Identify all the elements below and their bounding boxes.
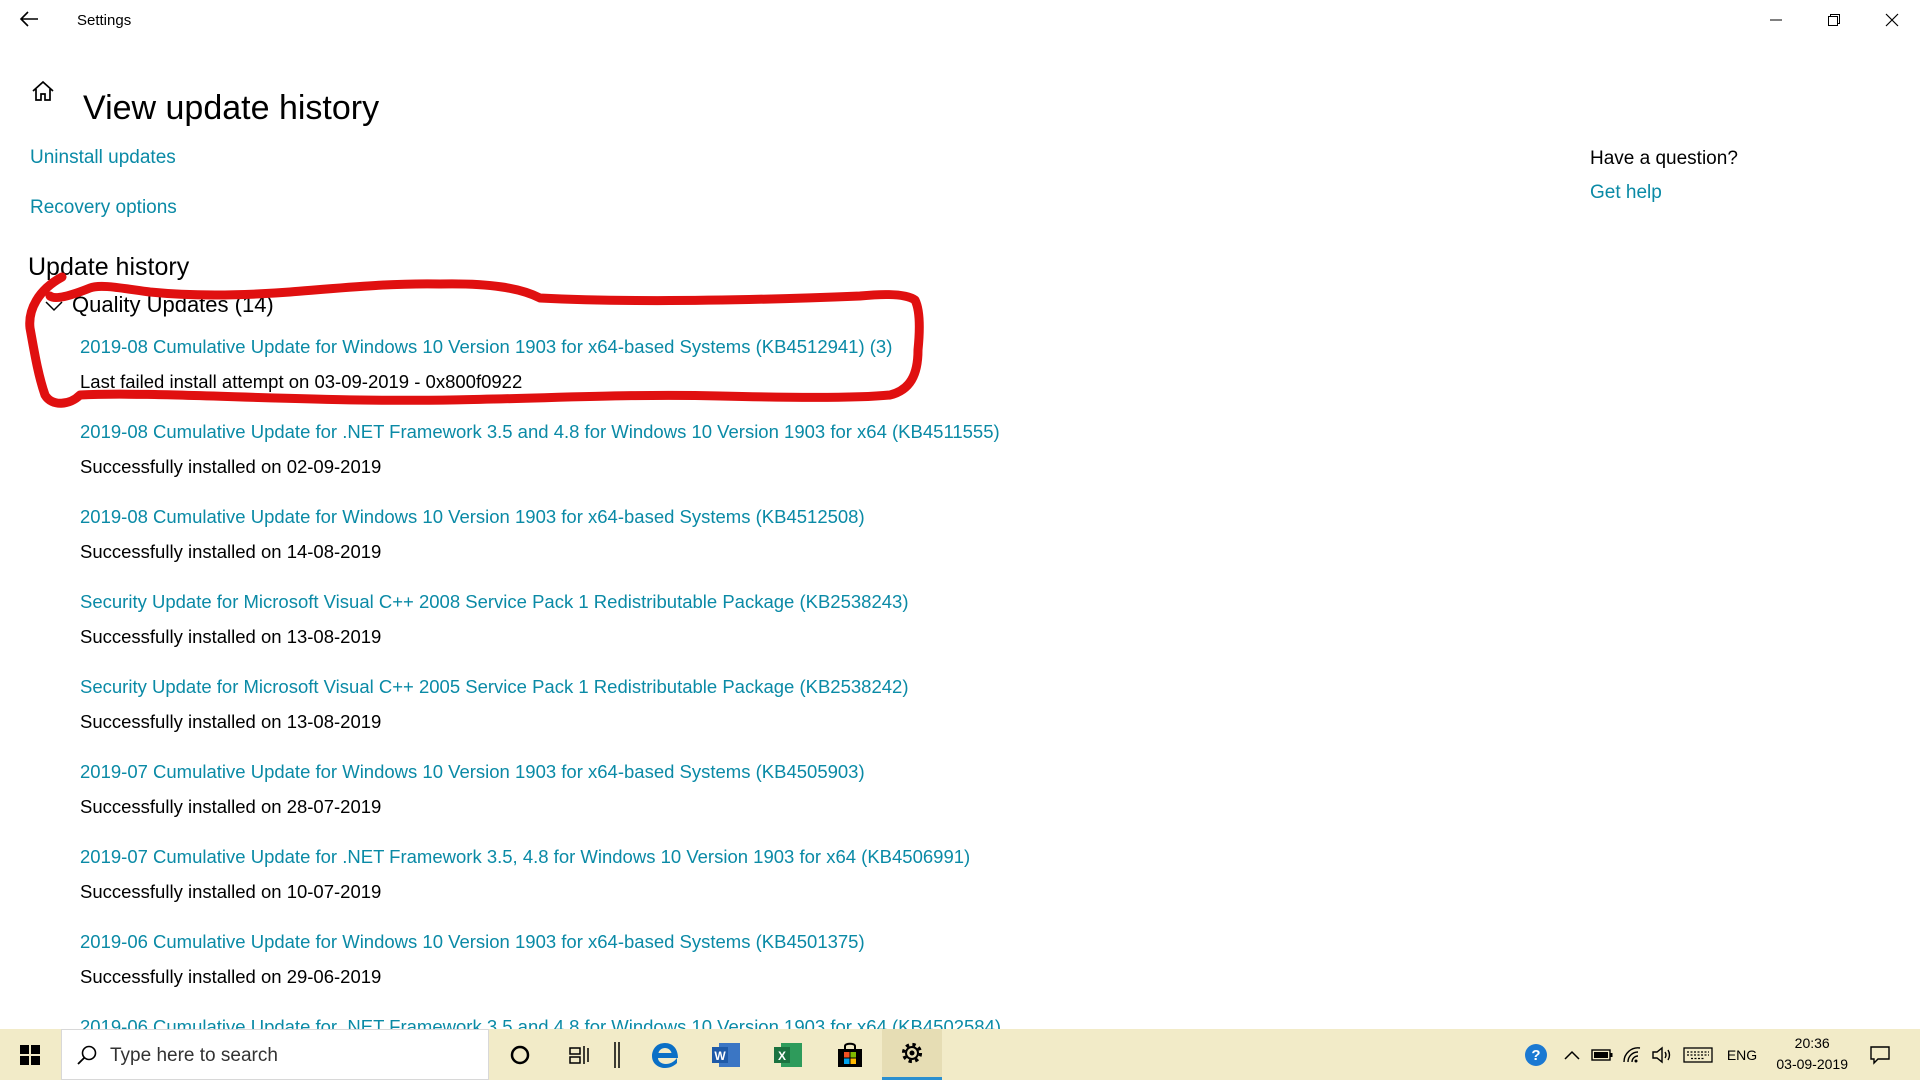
update-entry-status: Successfully installed on 29-06-2019 <box>80 966 382 987</box>
divider-icon <box>614 1041 620 1068</box>
settings-taskbar-button[interactable] <box>882 1029 942 1080</box>
excel-button[interactable]: X <box>762 1029 814 1080</box>
start-button[interactable] <box>0 1029 60 1080</box>
task-view-icon <box>569 1045 589 1064</box>
edge-browser-icon <box>652 1042 678 1068</box>
close-button[interactable] <box>1864 0 1920 40</box>
notification-icon <box>1870 1045 1890 1065</box>
update-entry-status: Successfully installed on 13-08-2019 <box>80 626 382 647</box>
cortana-circle-icon <box>510 1045 530 1064</box>
update-entry-status: Successfully installed on 10-07-2019 <box>80 881 382 902</box>
update-entry-title[interactable]: 2019-08 Cumulative Update for Windows 10… <box>80 506 865 528</box>
minimize-button[interactable] <box>1748 0 1804 40</box>
keyboard-icon <box>1683 1046 1713 1063</box>
word-app-icon: W <box>712 1042 740 1067</box>
action-center-button[interactable] <box>1860 1029 1900 1080</box>
speaker-icon <box>1652 1046 1671 1063</box>
settings-window: Settings View update history Uninstall u… <box>0 0 1920 1029</box>
quality-updates-label: Quality Updates (14) <box>72 292 274 317</box>
update-entry-status: Successfully installed on 02-09-2019 <box>80 456 382 477</box>
search-placeholder: Type here to search <box>110 1045 278 1066</box>
clock-date: 03-09-2019 <box>1776 1056 1848 1072</box>
battery-icon <box>1591 1048 1613 1061</box>
chevron-down-icon <box>45 301 63 312</box>
input-language-button[interactable]: ENG <box>1720 1029 1764 1080</box>
get-help-link[interactable]: Get help <box>1590 182 1662 204</box>
update-entry-title[interactable]: 2019-08 Cumulative Update for Windows 10… <box>80 336 892 358</box>
taskbar-search-box[interactable]: Type here to search <box>61 1029 489 1080</box>
taskbar: Type here to search W X ? ENG 20:36 03-0… <box>0 1029 1920 1080</box>
clock[interactable]: 20:36 03-09-2019 <box>1776 1033 1848 1075</box>
svg-text:X: X <box>778 1049 786 1063</box>
update-entry-title[interactable]: 2019-06 Cumulative Update for Windows 10… <box>80 931 865 953</box>
svg-text:?: ? <box>1531 1047 1540 1064</box>
edge-button[interactable] <box>640 1029 690 1080</box>
update-history-heading: Update history <box>28 253 190 281</box>
page-title: View update history <box>83 88 380 127</box>
title-bar: Settings <box>0 0 1920 40</box>
word-button[interactable]: W <box>700 1029 752 1080</box>
search-icon <box>77 1045 97 1065</box>
back-arrow-icon[interactable] <box>18 8 40 30</box>
gear-icon <box>901 1042 923 1064</box>
update-entry-title[interactable]: Security Update for Microsoft Visual C++… <box>80 676 909 698</box>
wifi-button[interactable] <box>1618 1029 1646 1080</box>
recovery-options-link[interactable]: Recovery options <box>30 197 177 219</box>
show-hidden-icons-button[interactable] <box>1558 1029 1586 1080</box>
task-view-button[interactable] <box>555 1029 605 1080</box>
home-icon[interactable] <box>30 78 56 104</box>
taskbar-divider <box>605 1029 629 1080</box>
language-indicator: ENG <box>1726 1046 1758 1063</box>
quality-updates-group-toggle[interactable]: Quality Updates (14) <box>44 292 274 318</box>
update-entry-title[interactable]: Security Update for Microsoft Visual C++… <box>80 591 909 613</box>
clock-time: 20:36 <box>1794 1035 1830 1051</box>
excel-app-icon: X <box>774 1042 802 1067</box>
svg-text:W: W <box>714 1049 726 1063</box>
volume-button[interactable] <box>1648 1029 1676 1080</box>
help-question-icon: ? <box>1525 1043 1547 1066</box>
battery-button[interactable] <box>1588 1029 1616 1080</box>
update-entry-status: Successfully installed on 28-07-2019 <box>80 796 382 817</box>
update-entry-title[interactable]: 2019-07 Cumulative Update for .NET Frame… <box>80 846 970 868</box>
store-bag-icon <box>838 1042 862 1067</box>
chevron-up-icon <box>1564 1050 1580 1060</box>
windows-logo-icon <box>20 1044 40 1065</box>
update-entry-title[interactable]: 2019-08 Cumulative Update for .NET Frame… <box>80 421 1000 443</box>
restore-button[interactable] <box>1806 0 1862 40</box>
close-icon <box>1885 13 1899 27</box>
wifi-icon <box>1623 1046 1641 1062</box>
touch-keyboard-button[interactable] <box>1680 1029 1716 1080</box>
update-entry-title[interactable]: 2019-06 Cumulative Update for .NET Frame… <box>80 1016 1001 1029</box>
restore-icon <box>1828 14 1840 26</box>
update-entry-status: Successfully installed on 14-08-2019 <box>80 541 382 562</box>
help-tray-button[interactable]: ? <box>1520 1029 1552 1080</box>
update-entry-status: Last failed install attempt on 03-09-201… <box>80 371 523 392</box>
window-title: Settings <box>77 12 132 29</box>
update-entry-title[interactable]: 2019-07 Cumulative Update for Windows 10… <box>80 761 865 783</box>
store-button[interactable] <box>824 1029 876 1080</box>
update-entry-status: Successfully installed on 13-08-2019 <box>80 711 382 732</box>
minimize-icon <box>1770 19 1782 21</box>
uninstall-updates-link[interactable]: Uninstall updates <box>30 147 176 169</box>
help-question: Have a question? <box>1590 148 1738 169</box>
cortana-button[interactable] <box>495 1029 545 1080</box>
